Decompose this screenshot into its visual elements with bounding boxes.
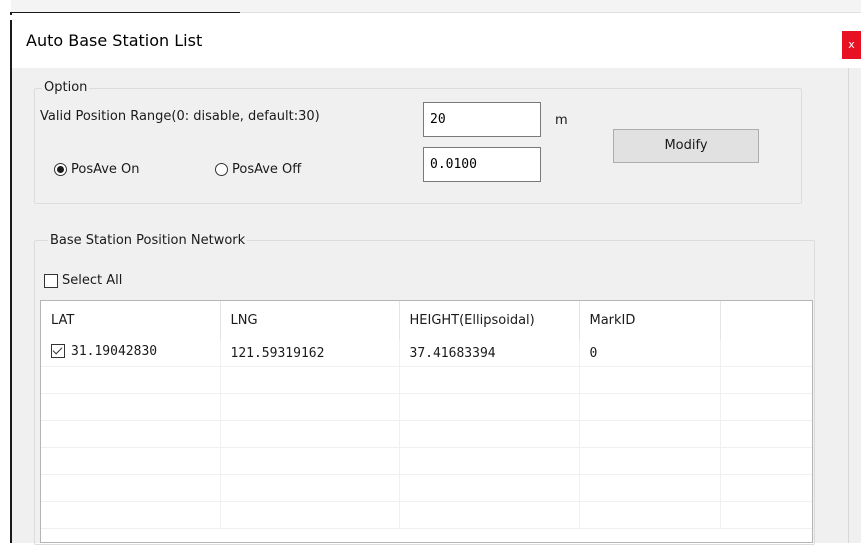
- column-header-empty: [720, 301, 812, 340]
- radio-unselected-icon: [215, 163, 228, 176]
- posave-on-radio[interactable]: PosAve On: [54, 162, 140, 177]
- empty-row: [41, 474, 812, 502]
- markid-cell: 0: [579, 340, 721, 367]
- column-header-height[interactable]: HEIGHT(Ellipsoidal): [399, 301, 580, 340]
- empty-row: [41, 366, 812, 394]
- empty-cell: [720, 340, 812, 367]
- posave-on-label: PosAve On: [71, 162, 140, 177]
- empty-row: [41, 447, 812, 475]
- close-button[interactable]: x: [842, 31, 861, 59]
- base-station-list[interactable]: LAT LNG HEIGHT(Ellipsoidal) MarkID 31.19…: [40, 300, 813, 543]
- radio-selected-icon: [54, 163, 67, 176]
- posave-value-input[interactable]: [423, 147, 541, 182]
- lng-cell: 121.59319162: [220, 340, 400, 367]
- close-icon: x: [848, 38, 855, 51]
- height-cell: 37.41683394: [399, 340, 580, 367]
- network-group-label: Base Station Position Network: [48, 233, 248, 248]
- column-header-lng[interactable]: LNG: [220, 301, 400, 340]
- dialog-titlebar: Auto Base Station List x: [12, 13, 861, 68]
- select-all-checkbox[interactable]: Select All: [44, 273, 122, 288]
- row-checkbox-checked-icon[interactable]: [51, 344, 65, 359]
- divider: [848, 68, 849, 543]
- valid-range-label: Valid Position Range(0: disable, default…: [40, 109, 320, 124]
- table-row[interactable]: 31.19042830 121.59319162 37.41683394 0: [41, 340, 812, 367]
- base-station-table: LAT LNG HEIGHT(Ellipsoidal) MarkID 31.19…: [41, 301, 812, 529]
- column-header-markid[interactable]: MarkID: [579, 301, 721, 340]
- option-group-label: Option: [42, 80, 90, 95]
- posave-off-label: PosAve Off: [232, 162, 302, 177]
- column-header-lat[interactable]: LAT: [41, 301, 221, 340]
- dialog-title: Auto Base Station List: [26, 31, 203, 50]
- empty-row: [41, 393, 812, 421]
- valid-range-input[interactable]: [423, 102, 541, 137]
- table-header-row: LAT LNG HEIGHT(Ellipsoidal) MarkID: [41, 301, 812, 340]
- posave-off-radio[interactable]: PosAve Off: [215, 162, 301, 177]
- select-all-label: Select All: [62, 273, 123, 288]
- dialog-right-margin: [813, 68, 861, 543]
- empty-row: [41, 501, 812, 529]
- checkbox-icon: [44, 273, 58, 288]
- empty-row: [41, 420, 812, 448]
- unit-label: m: [555, 113, 568, 128]
- lat-value: 31.19042830: [71, 343, 158, 359]
- lat-cell: 31.19042830: [41, 340, 221, 367]
- modify-button[interactable]: Modify: [613, 129, 759, 163]
